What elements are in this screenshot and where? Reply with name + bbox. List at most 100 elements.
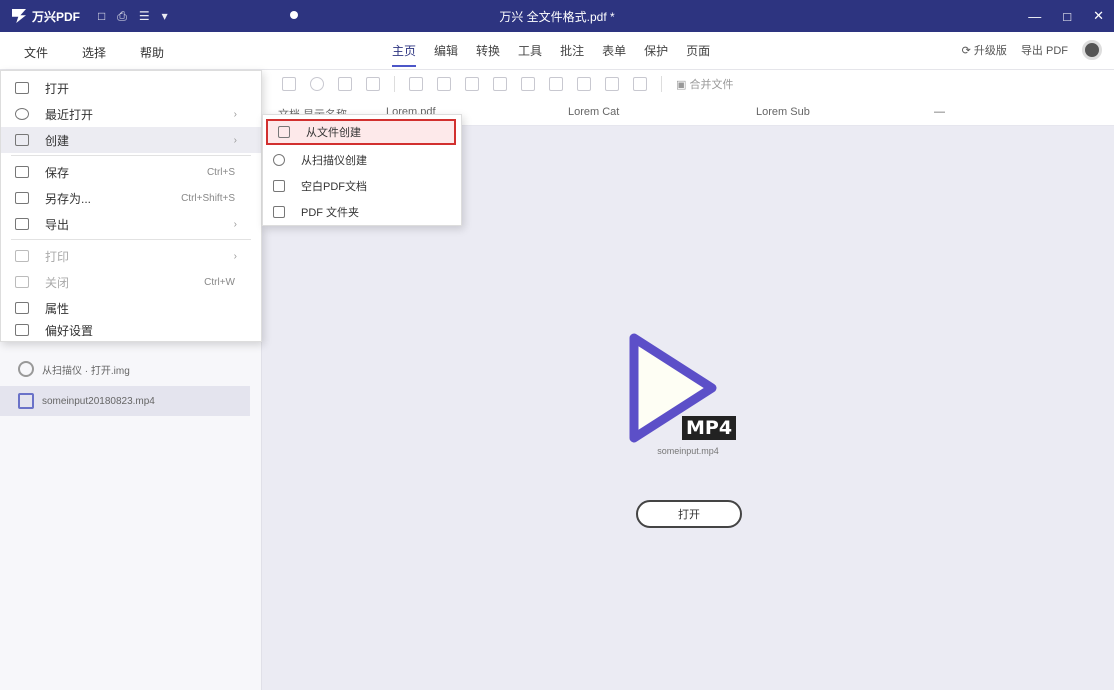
folder-icon [273,206,285,218]
align-right-icon[interactable] [465,77,479,91]
settings-icon [15,324,29,336]
text-box-icon[interactable] [366,77,380,91]
menu-item-label: 打开 [45,81,70,96]
print-icon [15,250,29,262]
toolbar-divider [394,76,395,92]
tab-form[interactable]: 表单 [602,42,626,67]
file-menu-dropdown: 打开 最近打开 › 创建 › 保存 Ctrl+S 另存为... Ctrl+Shi… [0,70,262,342]
menu-item-label: 保存 [45,165,70,180]
submenu-item-from-scanner[interactable]: 从扫描仪创建 [263,147,461,173]
chevron-right-icon: › [233,218,237,230]
doc-col-1: Lorem Cat [568,106,620,118]
app-name: 万兴PDF [32,9,81,24]
submenu-item-label: 从文件创建 [306,127,361,139]
menu-item-save-as[interactable]: 另存为... Ctrl+Shift+S [1,185,261,211]
print-icon[interactable]: ⎙ [117,9,127,24]
save-icon [15,166,29,178]
doc-col-2: Lorem Sub [756,106,810,118]
close-button[interactable]: ✕ [1093,8,1104,24]
file-name: someinput.mp4 [657,446,719,456]
upgrade-button[interactable]: ⟳ 升级版 [962,42,1007,58]
minimize-button[interactable]: — [1028,9,1041,24]
avatar[interactable] [1082,40,1102,60]
list-item[interactable]: someinput20180823.mp4 [0,386,250,416]
align-left-icon[interactable] [409,77,423,91]
rotate-icon[interactable] [521,77,535,91]
menu-item-recent[interactable]: 最近打开 › [1,101,261,127]
menu-item-label: 另存为... [45,191,92,206]
menu-icon[interactable]: ☰ [139,9,150,24]
mp4-badge: MP4 [682,416,737,440]
toolbar-divider [661,76,662,92]
submenu-item-label: PDF 文件夹 [301,207,360,219]
create-submenu: 从文件创建 从扫描仪创建 空白PDF文档 PDF 文件夹 [262,114,462,226]
menu-item-open[interactable]: 打开 [1,75,261,101]
tab-home[interactable]: 主页 [392,42,417,67]
align-center-icon[interactable] [437,77,451,91]
distribute-icon[interactable] [493,77,507,91]
tab-comment[interactable]: 批注 [560,42,584,67]
menu-item-label: 最近打开 [45,107,94,122]
menu-item-preferences[interactable]: 偏好设置 [1,317,261,343]
menu-help[interactable]: 帮助 [140,44,164,61]
list-item[interactable]: 从扫描仪 · 打开.img [0,354,250,384]
ribbon-tabs: 主页 编辑 转换 工具 批注 表单 保护 页面 [392,42,710,67]
menu-item-label: 属性 [45,301,70,316]
menu-item-label: 打印 [45,249,70,264]
unsaved-dot-icon [290,11,298,19]
menu-item-label: 关闭 [45,275,70,290]
menu-bar: 文件 选择 帮助 主页 编辑 转换 工具 批注 表单 保护 页面 ⟳ 升级版 导… [0,32,1114,70]
tab-tools[interactable]: 工具 [518,42,542,67]
create-icon [15,134,29,146]
menu-item-close[interactable]: 关闭 Ctrl+W [1,269,261,295]
ellipse-tool-icon[interactable] [310,77,324,91]
chevron-right-icon: › [233,250,237,262]
submenu-item-blank-pdf[interactable]: 空白PDF文档 [263,173,461,199]
close-doc-icon [15,276,29,288]
menu-shortcut: Ctrl+W [204,276,235,288]
arrow-tool-icon[interactable] [338,77,352,91]
ungroup-icon[interactable] [605,77,619,91]
tab-page[interactable]: 页面 [686,42,710,67]
recent-item-label: 从扫描仪 · 打开.img [42,365,130,377]
title-bar: 万兴PDF □ ⎙ ☰ ▾ 万兴 全文件格式.pdf * — □ ✕ [0,0,1114,32]
main-menus: 文件 选择 帮助 [24,44,164,61]
rectangle-tool-icon[interactable] [282,77,296,91]
save-as-icon [15,192,29,204]
tab-protect[interactable]: 保护 [644,42,668,67]
app-logo-icon [12,9,26,23]
maximize-button[interactable]: □ [1063,9,1071,24]
folder-open-icon [15,82,29,94]
scanner-icon [18,361,34,377]
tab-convert[interactable]: 转换 [476,42,500,67]
submenu-item-label: 空白PDF文档 [301,181,367,193]
blank-page-icon [273,180,285,192]
menu-file[interactable]: 文件 [24,44,48,61]
recent-item-label: someinput20180823.mp4 [42,395,155,407]
tab-edit[interactable]: 编辑 [434,42,458,67]
menu-item-export[interactable]: 导出 › [1,211,261,237]
group-icon[interactable] [577,77,591,91]
video-file-icon [18,393,34,409]
header-right-tools: ⟳ 升级版 导出 PDF [962,40,1102,60]
scanner-icon [273,154,285,166]
flip-icon[interactable] [549,77,563,91]
menu-select[interactable]: 选择 [82,44,106,61]
merge-files-button[interactable]: ▣ 合并文件 [676,76,733,92]
menu-shortcut: Ctrl+S [206,166,235,178]
submenu-item-from-file[interactable]: 从文件创建 [266,119,456,145]
menu-item-save[interactable]: 保存 Ctrl+S [1,159,261,185]
open-button[interactable]: 打开 [636,500,742,528]
submenu-item-pdf-folder[interactable]: PDF 文件夹 [263,199,461,225]
file-icon [278,126,290,138]
export-pdf-button[interactable]: 导出 PDF [1021,42,1068,58]
chevron-down-icon[interactable]: ▾ [162,9,168,24]
quick-access-toolbar: □ ⎙ ☰ ▾ [98,9,168,24]
new-icon[interactable]: □ [98,9,105,24]
menu-item-print[interactable]: 打印 › [1,243,261,269]
layer-icon[interactable] [633,77,647,91]
export-icon [15,218,29,230]
menu-item-create[interactable]: 创建 › [1,127,261,153]
menu-shortcut: Ctrl+Shift+S [181,192,235,204]
clock-icon [15,108,29,120]
